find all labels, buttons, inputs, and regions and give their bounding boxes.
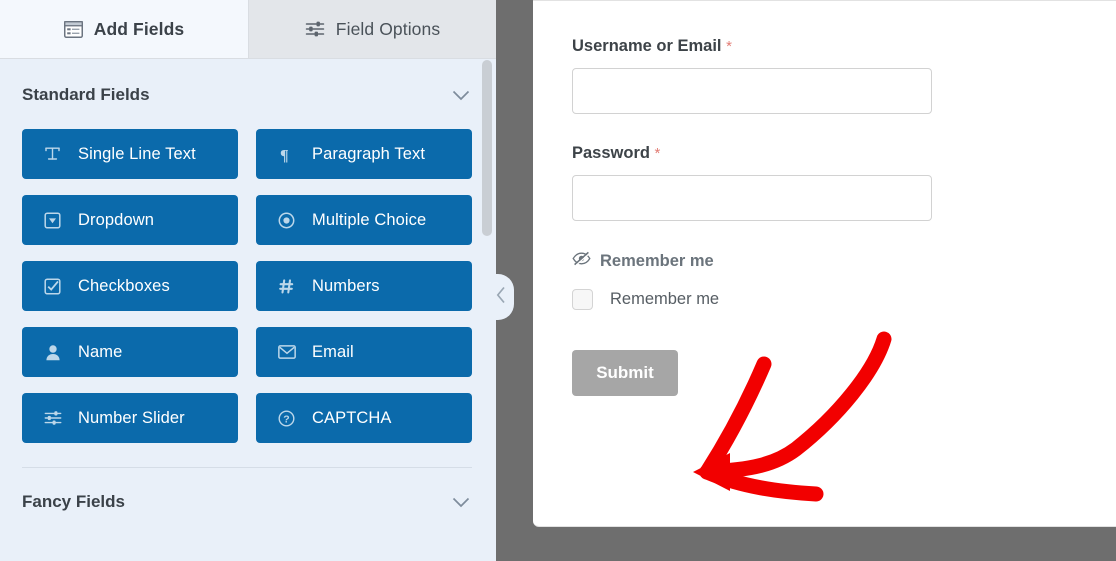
required-marker: * (726, 38, 732, 55)
tab-add-fields[interactable]: Add Fields (0, 0, 248, 58)
field-button-label: Email (312, 342, 354, 361)
required-marker: * (654, 145, 661, 162)
tab-field-options[interactable]: Field Options (248, 0, 496, 58)
field-button-multiple-choice[interactable]: Multiple Choice (256, 195, 472, 245)
username-or-email-input[interactable] (572, 68, 932, 114)
radio-button-icon (277, 211, 296, 230)
fields-panel-body: Standard Fields Single Line Text ¶ Parag… (0, 59, 496, 561)
sidebar-scrollbar-thumb[interactable] (482, 60, 492, 236)
wpforms-builder-screen: Add Fields Field Options Standard Fields… (0, 0, 1116, 561)
pilcrow-icon: ¶ (277, 145, 296, 164)
hidden-label-text: Remember me (600, 251, 714, 270)
field-button-label: Dropdown (78, 210, 155, 229)
field-button-name[interactable]: Name (22, 327, 238, 377)
dropdown-caret-icon (43, 211, 62, 230)
section-divider (22, 467, 472, 468)
chevron-down-icon[interactable] (452, 90, 470, 101)
submit-button[interactable]: Submit (572, 350, 678, 396)
field-button-checkboxes[interactable]: Checkboxes (22, 261, 238, 311)
field-button-numbers[interactable]: Numbers (256, 261, 472, 311)
form-list-icon (63, 20, 83, 38)
chevron-left-icon (496, 286, 507, 309)
chevron-down-icon[interactable] (452, 497, 470, 508)
section-header-standard-fields[interactable]: Standard Fields (0, 73, 496, 117)
svg-text:?: ? (283, 413, 290, 425)
preview-field-remember-me[interactable]: Remember me Remember me (572, 251, 1116, 310)
svg-text:¶: ¶ (280, 147, 289, 163)
field-button-label: Name (78, 342, 123, 361)
field-button-label: Checkboxes (78, 276, 170, 295)
field-label-text: Username or Email (572, 37, 722, 55)
remember-me-checkbox-row[interactable]: Remember me (572, 289, 1116, 310)
field-label: Username or Email * (572, 37, 1116, 56)
eye-slash-icon (572, 251, 591, 271)
form-preview-card: Username or Email * Password * Remember … (533, 0, 1116, 527)
sliders-icon (305, 20, 325, 38)
field-label: Password * (572, 144, 1116, 163)
field-button-label: Numbers (312, 276, 380, 295)
tab-add-fields-label: Add Fields (93, 18, 185, 39)
collapse-panel-handle[interactable] (488, 274, 514, 320)
user-icon (43, 343, 62, 362)
question-circle-icon: ? (277, 409, 296, 428)
remember-me-checkbox[interactable] (572, 289, 593, 310)
builder-tab-bar: Add Fields Field Options (0, 0, 496, 59)
field-button-label: Number Slider (78, 408, 185, 427)
field-button-label: CAPTCHA (312, 408, 392, 427)
field-button-label: Multiple Choice (312, 210, 427, 229)
form-builder-sidebar: Add Fields Field Options Standard Fields… (0, 0, 496, 561)
remember-me-label: Remember me (610, 290, 720, 308)
field-button-single-line-text[interactable]: Single Line Text (22, 129, 238, 179)
field-button-dropdown[interactable]: Dropdown (22, 195, 238, 245)
tab-field-options-label: Field Options (335, 18, 441, 39)
field-button-captcha[interactable]: ? CAPTCHA (256, 393, 472, 443)
text-cursor-icon (43, 145, 62, 164)
password-input[interactable] (572, 175, 932, 221)
field-button-label: Paragraph Text (312, 144, 426, 163)
field-label-text: Password (572, 144, 650, 162)
preview-field-password[interactable]: Password * (572, 144, 1116, 221)
standard-fields-grid: Single Line Text ¶ Paragraph Text Dropdo… (0, 117, 496, 443)
section-title-fancy-fields: Fancy Fields (22, 492, 125, 511)
field-button-label: Single Line Text (78, 144, 196, 163)
field-button-paragraph-text[interactable]: ¶ Paragraph Text (256, 129, 472, 179)
checkbox-icon (43, 277, 62, 296)
field-button-number-slider[interactable]: Number Slider (22, 393, 238, 443)
envelope-icon (277, 343, 296, 362)
preview-field-username[interactable]: Username or Email * (572, 37, 1116, 114)
section-header-fancy-fields[interactable]: Fancy Fields (0, 480, 496, 524)
sliders-icon (43, 409, 62, 428)
field-button-email[interactable]: Email (256, 327, 472, 377)
hash-icon (277, 277, 296, 296)
section-title-standard-fields: Standard Fields (22, 85, 150, 104)
hidden-label-row: Remember me (572, 251, 1116, 271)
